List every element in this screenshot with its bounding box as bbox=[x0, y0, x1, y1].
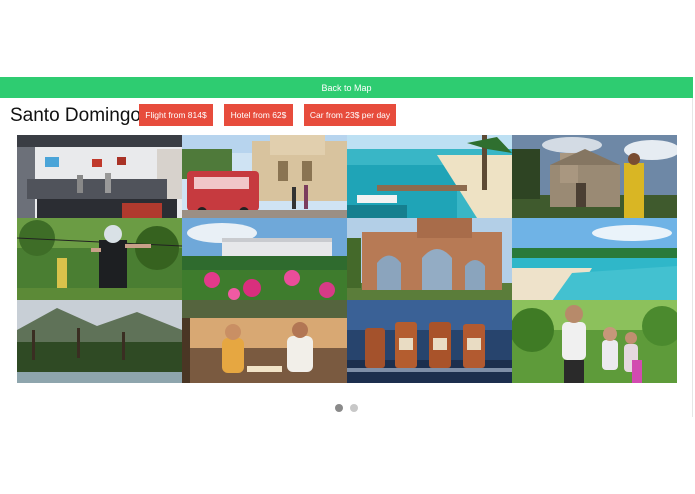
office-interior-photo[interactable] bbox=[17, 135, 182, 218]
mountain-palms-photo[interactable] bbox=[17, 300, 182, 383]
colonial-street-bus-photo[interactable] bbox=[182, 135, 347, 218]
back-to-map-button[interactable]: Back to Map bbox=[0, 77, 693, 98]
carousel-pagination bbox=[335, 404, 358, 412]
page-title: Santo Domingo bbox=[10, 105, 141, 126]
car-deal-button[interactable]: Car from 23$ per day bbox=[304, 104, 396, 126]
stone-church-photo[interactable] bbox=[512, 135, 677, 218]
flight-deal-button[interactable]: Flight from 814$ bbox=[139, 104, 213, 126]
ruins-arches-photo[interactable] bbox=[347, 217, 512, 301]
zipline-jungle-photo[interactable] bbox=[17, 217, 182, 301]
photo-gallery bbox=[17, 135, 677, 383]
hotel-garden-photo[interactable] bbox=[182, 217, 347, 301]
rum-bottles-photo[interactable] bbox=[347, 300, 512, 383]
carousel-dot-1[interactable] bbox=[335, 404, 343, 412]
carousel-dot-2[interactable] bbox=[350, 404, 358, 412]
hotel-deal-button[interactable]: Hotel from 62$ bbox=[224, 104, 293, 126]
beach-marina-photo[interactable] bbox=[347, 135, 512, 218]
tropical-beach-photo[interactable] bbox=[512, 217, 677, 301]
destination-panel: Back to Map Santo Domingo Flight from 81… bbox=[0, 77, 693, 417]
couple-dinner-photo[interactable] bbox=[182, 300, 347, 383]
segway-tour-photo[interactable] bbox=[512, 300, 677, 383]
